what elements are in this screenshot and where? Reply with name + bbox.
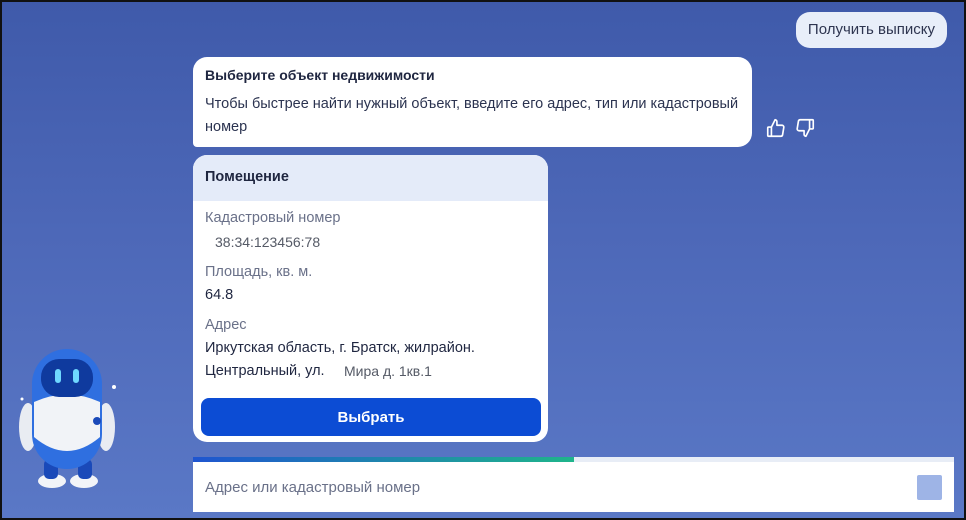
message-input-bar	[193, 462, 954, 512]
cadastral-number-label: Кадастровый номер	[205, 210, 341, 226]
area-value: 64.8	[205, 287, 234, 303]
bot-message-title: Выберите объект недвижимости	[205, 67, 435, 83]
address-line-2-suffix: Мира д. 1кв.1	[344, 363, 432, 379]
address-line-1: Иркутская область, г. Братск, жилрайон.	[205, 340, 475, 356]
cadastral-number-value: 38:34:123456:78	[215, 234, 321, 250]
thumb-down-icon[interactable]	[794, 117, 816, 139]
select-button[interactable]: Выбрать	[201, 398, 541, 436]
address-label: Адрес	[205, 317, 247, 333]
property-type-header: Помещение	[193, 155, 548, 201]
area-label: Площадь, кв. м.	[205, 264, 313, 280]
bot-message-bubble: Выберите объект недвижимости Чтобы быстр…	[193, 57, 752, 147]
user-message-bubble: Получить выписку	[795, 12, 947, 48]
bot-message-text: Чтобы быстрее найти нужный объект, введи…	[205, 96, 739, 135]
address-line-2-prefix: Центральный, ул.	[205, 363, 325, 379]
send-button[interactable]	[917, 475, 942, 500]
address-search-input[interactable]	[193, 462, 893, 512]
robot-assistant-icon	[19, 349, 116, 488]
property-card: Помещение Кадастровый номер 38:34:123456…	[193, 155, 548, 442]
thumb-up-icon[interactable]	[765, 117, 787, 139]
